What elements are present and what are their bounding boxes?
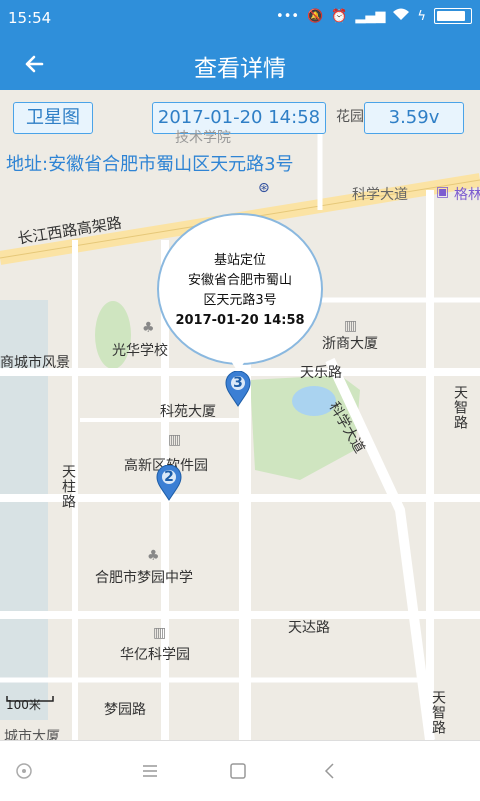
map-label: 科学大道 [352, 187, 408, 203]
map-label: 格林 [454, 187, 480, 203]
battery-icon [434, 8, 472, 24]
assist-dot-icon[interactable] [12, 759, 36, 783]
map-label: 花园 [336, 109, 364, 125]
map-label: 商城市风景 [0, 355, 70, 371]
charging-icon: ϟ [417, 8, 426, 24]
map-poi-icon: ⊛ [258, 180, 270, 196]
scale-bar-icon [6, 696, 54, 702]
map-label: 天乐路 [300, 365, 342, 381]
location-info-popup[interactable]: 基站定位 安徽省合肥市蜀山 区天元路3号 2017-01-20 14:58 [157, 213, 323, 372]
system-nav-bar [0, 740, 480, 801]
map-label: 合肥市梦园中学 [95, 570, 193, 586]
marker-number: 3 [233, 375, 243, 391]
popup-address-line1: 安徽省合肥市蜀山 [187, 273, 292, 288]
popup-time: 2017-01-20 14:58 [175, 313, 305, 328]
map-label: 梦园路 [104, 702, 146, 718]
building-icon: ▥ [344, 318, 358, 334]
map-label: 华亿科学园 [120, 647, 190, 663]
map-label: 科苑大厦 [160, 404, 216, 420]
status-time: 15:54 [8, 9, 52, 27]
map-label: 天柱路 [60, 464, 76, 509]
location-marker-3[interactable]: 3 [225, 371, 251, 407]
map-label: 浙商大厦 [322, 336, 378, 352]
menu-icon[interactable] [138, 759, 162, 783]
mute-icon: 🔕 [307, 8, 324, 24]
status-bar: 15:54 ••• 🔕 ⏰ ▂▄▆ ϟ [0, 0, 480, 38]
wifi-icon [393, 8, 410, 24]
location-marker-2[interactable]: 2 [156, 465, 182, 501]
voltage-chip: 3.59v [364, 102, 464, 134]
map-scale: 100米 [6, 696, 54, 713]
status-icons: ••• 🔕 ⏰ ▂▄▆ ϟ [276, 8, 472, 24]
home-square-icon[interactable] [226, 759, 250, 783]
satellite-view-button[interactable]: 卫星图 [13, 102, 93, 134]
more-icon: ••• [276, 8, 300, 24]
hotel-icon: ▣ [436, 184, 450, 200]
popup-address-line2: 区天元路3号 [203, 293, 277, 308]
building-icon: ▥ [168, 432, 182, 448]
map-label: 天智路 [452, 385, 468, 430]
map-label: 城市大厦 [4, 729, 60, 740]
popup-tail [229, 358, 247, 372]
back-chevron-icon[interactable] [318, 759, 342, 783]
map-label: 技术学院 [175, 130, 231, 146]
alarm-icon: ⏰ [331, 8, 348, 24]
building-icon: ▥ [153, 625, 167, 641]
popup-type: 基站定位 [213, 253, 266, 268]
map-label: 天达路 [288, 620, 330, 636]
map-label: 天智路 [430, 690, 446, 735]
page-title: 查看详情 [194, 56, 286, 82]
marker-number: 2 [164, 469, 174, 485]
map-background [0, 110, 480, 740]
school-icon: ♣ [142, 320, 155, 336]
map-label: 光华学校 [112, 343, 168, 359]
app-bar: 查看详情 [0, 38, 480, 90]
address-text: 地址:安徽省合肥市蜀山区天元路3号 [6, 154, 294, 175]
school-icon: ♣ [147, 548, 160, 564]
signal-icon: ▂▄▆ [355, 8, 386, 24]
map-view[interactable]: 卫星图 2017-01-20 14:58 3.59v 地址:安徽省合肥市蜀山区天… [0, 90, 480, 740]
